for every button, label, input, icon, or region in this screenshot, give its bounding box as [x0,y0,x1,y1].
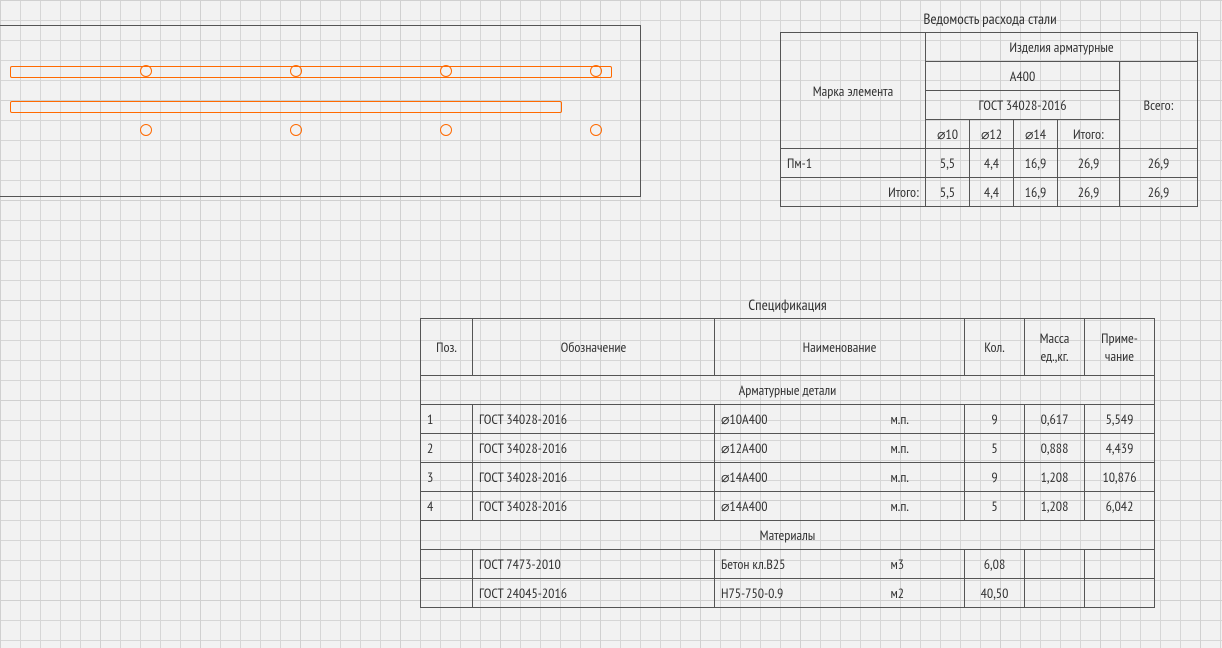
rebar-ring-icon [290,124,302,136]
rebar-ring-icon [140,124,152,136]
col-des: Обозначение [473,319,715,376]
col-mass: Масса ед.,кг. [1025,319,1085,376]
rebar-ring-icon [590,65,602,77]
col-d10: ⌀10 [926,120,970,149]
spec-row: 1 ГОСТ 34028-2016 ⌀10А400 м.п. 9 0,617 5… [421,405,1155,434]
spec-row: 2 ГОСТ 34028-2016 ⌀12А400 м.п. 5 0,888 4… [421,434,1155,463]
spec-row: 4 ГОСТ 34028-2016 ⌀14А400 м.п. 5 1,208 6… [421,492,1155,521]
rebar-bottom [10,101,562,113]
spec-row: ГОСТ 24045-2016 Н75-750-0.9 м2 40,50 [421,579,1155,608]
group-materials: Материалы [421,521,1155,550]
col-mark: Марка элемента [781,33,926,149]
steel-row-total: Итого: 5,5 4,4 16,9 26,9 26,9 [781,178,1198,207]
group-rebar: Арматурные детали [421,376,1155,405]
col-pos: Поз. [421,319,473,376]
col-itogo: Итого: [1058,120,1120,149]
col-qty: Кол. [965,319,1025,376]
rebar-ring-icon [440,124,452,136]
drawing-frame [0,25,641,197]
rebar-ring-icon [140,65,152,77]
hdr-total: Всего: [1120,62,1198,149]
spec-title: Спецификация [420,296,1155,315]
spec-row: ГОСТ 7473-2010 Бетон кл.В25 м3 6,08 [421,550,1155,579]
steel-table: Марка элемента Изделия арматурные А400 В… [780,32,1198,207]
steel-row: Пм-1 5,5 4,4 16,9 26,9 26,9 [781,149,1198,178]
steel-table-title: Ведомость расхода стали [780,10,1200,29]
col-note: Приме- чание [1085,319,1155,376]
hdr-class: А400 [926,62,1120,91]
hdr-products: Изделия арматурные [926,33,1198,62]
rebar-ring-icon [290,65,302,77]
hdr-gost: ГОСТ 34028-2016 [926,91,1120,120]
col-d12: ⌀12 [970,120,1014,149]
rebar-top [10,66,612,78]
col-name: Наименование [715,319,965,376]
rebar-ring-icon [590,124,602,136]
rebar-ring-icon [440,65,452,77]
col-d14: ⌀14 [1014,120,1058,149]
spec-table: Поз. Обозначение Наименование Кол. Масса… [420,318,1155,608]
spec-row: 3 ГОСТ 34028-2016 ⌀14А400 м.п. 9 1,208 1… [421,463,1155,492]
